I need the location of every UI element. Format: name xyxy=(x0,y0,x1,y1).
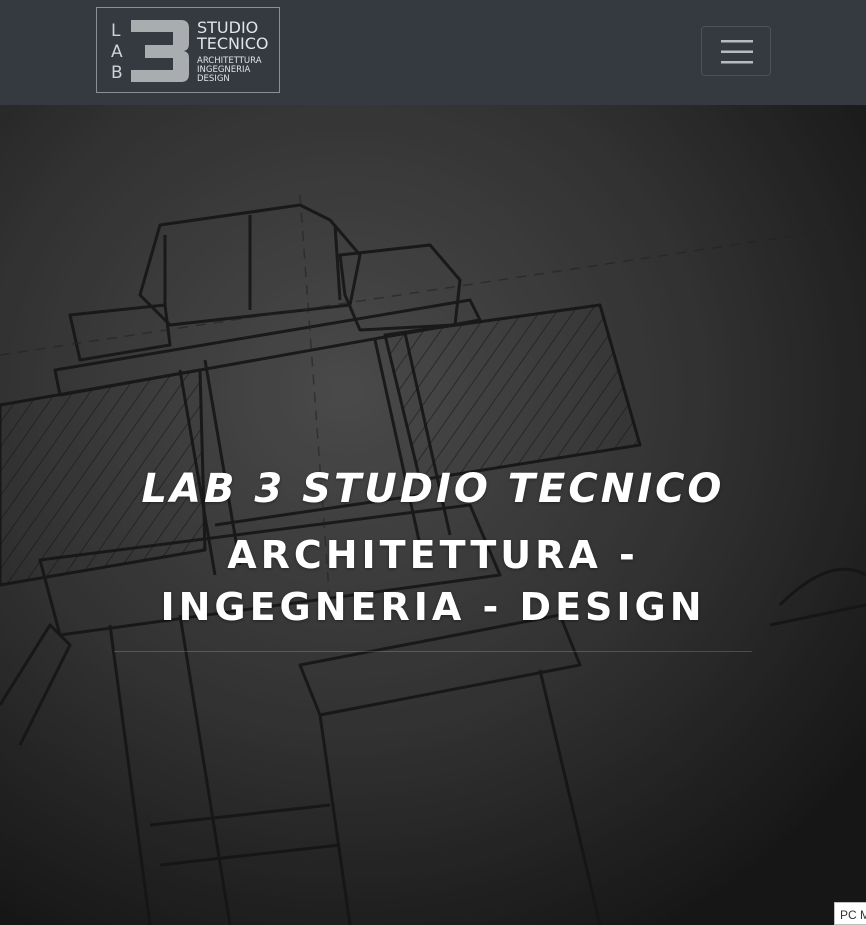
hamburger-menu-icon xyxy=(721,40,753,64)
logo-three-icon xyxy=(131,20,189,82)
hero-subtitle: ARCHITETTURA - INGEGNERIA - DESIGN xyxy=(160,533,706,629)
logo-letter-a: A xyxy=(111,42,123,62)
brand-logo[interactable]: L A B STUDIO TECNICO ARCHITETTURA INGEGN… xyxy=(96,7,280,93)
hero-divider xyxy=(114,651,752,652)
logo-graphic: L A B STUDIO TECNICO ARCHITETTURA INGEGN… xyxy=(111,18,269,84)
logo-letter-l: L xyxy=(111,21,121,41)
hero-background-image xyxy=(0,105,866,925)
corner-badge: PC M xyxy=(834,902,866,925)
logo-tecnico-text: TECNICO xyxy=(196,34,269,53)
hero-title: LAB 3 STUDIO TECNICO xyxy=(141,466,725,512)
logo-letter-b: B xyxy=(111,63,123,83)
navbar-toggle-button[interactable] xyxy=(701,26,771,76)
logo-design-text: DESIGN xyxy=(197,74,230,84)
hero-section: LAB 3 STUDIO TECNICO ARCHITETTURA - INGE… xyxy=(0,105,866,925)
navbar: L A B STUDIO TECNICO ARCHITETTURA INGEGN… xyxy=(0,0,866,105)
